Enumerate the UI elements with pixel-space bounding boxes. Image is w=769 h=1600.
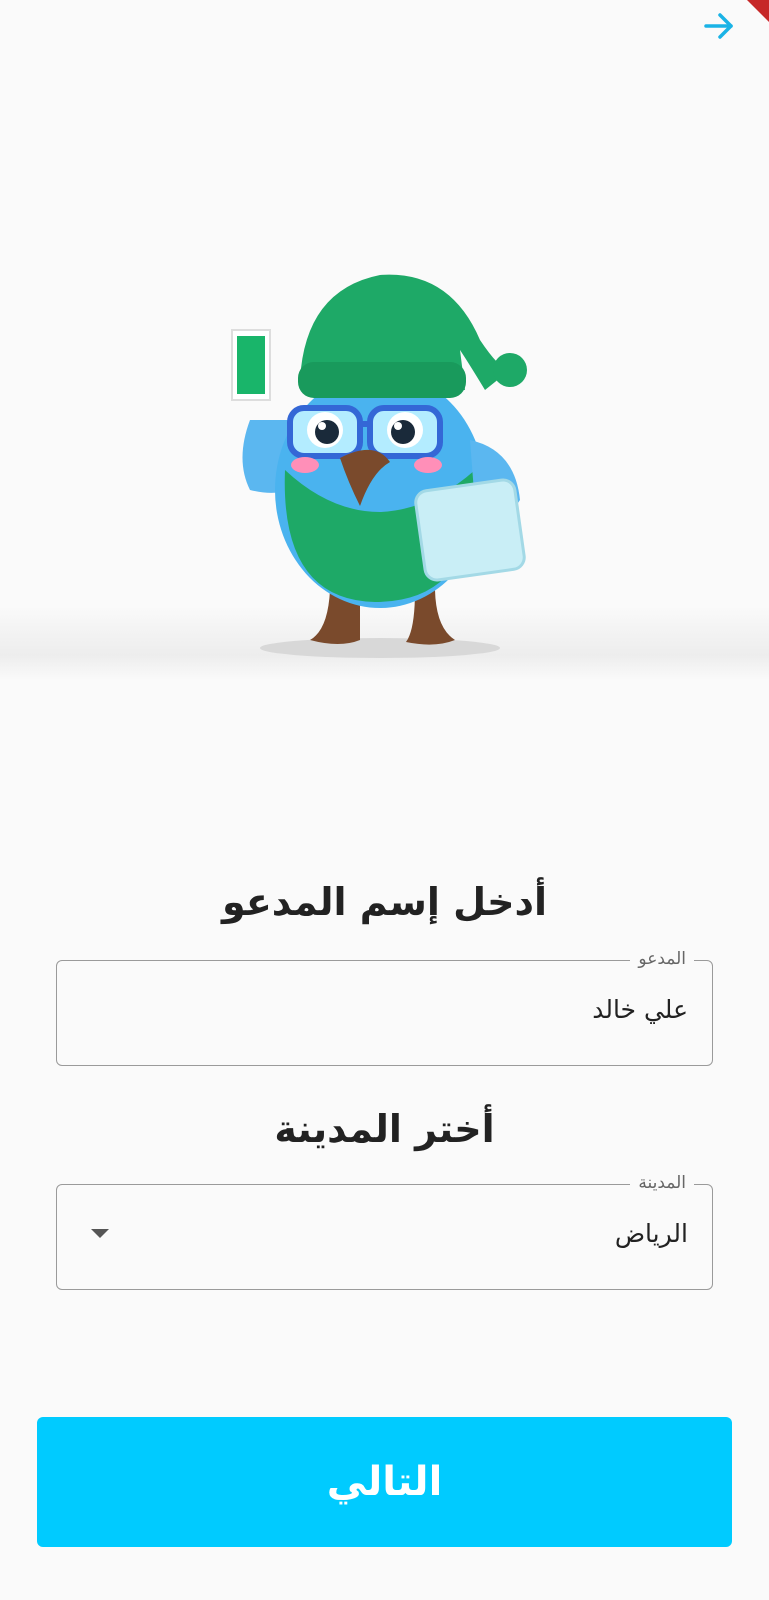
invitee-field-label: المدعو xyxy=(630,949,694,969)
next-button[interactable]: التالي xyxy=(37,1417,732,1547)
invitee-heading: أدخل إسم المدعو xyxy=(222,880,547,924)
invitee-name-value: علي خالد xyxy=(592,995,688,1024)
arrow-right-icon xyxy=(702,9,736,47)
invitee-name-field[interactable]: المدعو علي خالد xyxy=(56,949,713,1066)
mascot-illustration xyxy=(210,250,560,670)
caret-down-icon xyxy=(91,1229,109,1238)
city-selected-value: الرياض xyxy=(614,1219,688,1248)
back-button[interactable] xyxy=(699,8,739,48)
city-dropdown[interactable]: المدينة الرياض xyxy=(56,1173,713,1290)
city-field-label: المدينة xyxy=(630,1173,694,1193)
city-heading: أختر المدينة xyxy=(274,1107,495,1151)
debug-banner xyxy=(747,0,769,22)
